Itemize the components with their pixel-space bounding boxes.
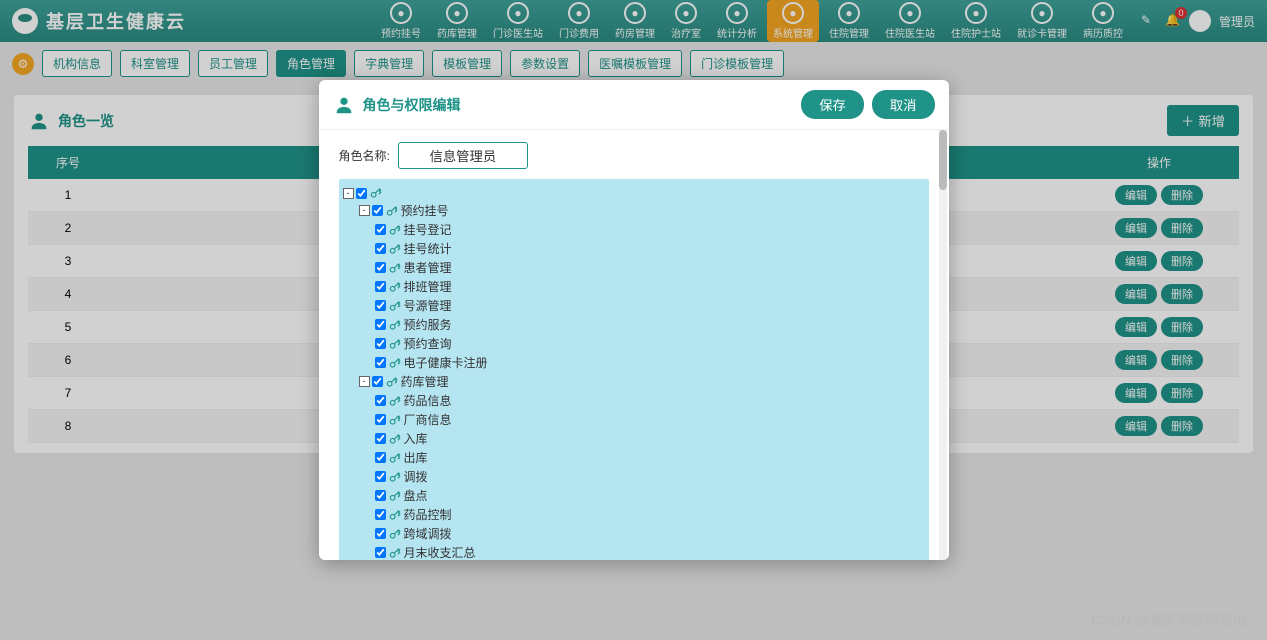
tree-label[interactable]: 号源管理 xyxy=(404,297,452,314)
tree-node: 药品信息 xyxy=(343,391,925,410)
cancel-button[interactable]: 取消 xyxy=(872,90,935,119)
modal-head: 角色与权限编辑 保存 取消 xyxy=(319,80,949,130)
tree-checkbox[interactable] xyxy=(375,243,386,254)
tree-checkbox[interactable] xyxy=(356,188,367,199)
tree-node: 厂商信息 xyxy=(343,410,925,429)
role-name-label: 角色名称: xyxy=(339,147,390,164)
key-icon xyxy=(388,508,402,522)
tree-label[interactable]: 出库 xyxy=(404,449,428,466)
key-icon xyxy=(388,280,402,294)
key-icon xyxy=(388,470,402,484)
modal-actions: 保存 取消 xyxy=(801,90,934,119)
key-icon xyxy=(388,223,402,237)
tree-node: 挂号统计 xyxy=(343,239,925,258)
tree-checkbox[interactable] xyxy=(375,357,386,368)
tree-label[interactable]: 调拨 xyxy=(404,468,428,485)
scrollbar[interactable] xyxy=(939,130,947,560)
tree-label[interactable]: 盘点 xyxy=(404,487,428,504)
tree-node: - xyxy=(343,185,925,201)
key-icon xyxy=(388,318,402,332)
key-icon xyxy=(385,204,399,218)
tree-node: 药品控制 xyxy=(343,505,925,524)
tree-checkbox[interactable] xyxy=(375,509,386,520)
tree-checkbox[interactable] xyxy=(372,376,383,387)
tree-node: 预约查询 xyxy=(343,334,925,353)
tree-node: 号源管理 xyxy=(343,296,925,315)
tree-checkbox[interactable] xyxy=(375,224,386,235)
tree-node: 跨域调拨 xyxy=(343,524,925,543)
modal-title: 角色与权限编辑 xyxy=(333,94,461,116)
tree-node: 挂号登记 xyxy=(343,220,925,239)
key-icon xyxy=(388,527,402,541)
tree-toggle[interactable]: - xyxy=(359,205,370,216)
watermark: CSDN @爱笑的源码基地 xyxy=(1091,610,1247,630)
tree-checkbox[interactable] xyxy=(372,205,383,216)
tree-node: 预约服务 xyxy=(343,315,925,334)
tree-checkbox[interactable] xyxy=(375,471,386,482)
tree-node: - 预约挂号 xyxy=(343,201,925,220)
tree-node: 出库 xyxy=(343,448,925,467)
tree-checkbox[interactable] xyxy=(375,528,386,539)
tree-toggle[interactable]: - xyxy=(343,188,354,199)
key-icon xyxy=(369,186,383,200)
person-edit-icon xyxy=(333,94,355,116)
tree-checkbox[interactable] xyxy=(375,547,386,558)
tree-label[interactable]: 药品信息 xyxy=(404,392,452,409)
tree-checkbox[interactable] xyxy=(375,281,386,292)
tree-label[interactable]: 厂商信息 xyxy=(404,411,452,428)
tree-checkbox[interactable] xyxy=(375,395,386,406)
permission-tree: --预约挂号挂号登记挂号统计患者管理排班管理号源管理预约服务预约查询电子健康卡注… xyxy=(339,179,929,560)
role-edit-modal: 角色与权限编辑 保存 取消 角色名称: --预约挂号挂号登记挂号统计患者管理排班… xyxy=(319,80,949,560)
tree-node: 入库 xyxy=(343,429,925,448)
tree-label[interactable]: 药品控制 xyxy=(404,506,452,523)
key-icon xyxy=(388,337,402,351)
tree-checkbox[interactable] xyxy=(375,338,386,349)
key-icon xyxy=(388,242,402,256)
modal-body: 角色名称: --预约挂号挂号登记挂号统计患者管理排班管理号源管理预约服务预约查询… xyxy=(319,130,949,560)
tree-label[interactable]: 电子健康卡注册 xyxy=(404,354,488,371)
tree-checkbox[interactable] xyxy=(375,490,386,501)
tree-label[interactable]: 跨域调拨 xyxy=(404,525,452,542)
key-icon xyxy=(388,432,402,446)
key-icon xyxy=(388,299,402,313)
key-icon xyxy=(388,451,402,465)
scrollbar-thumb[interactable] xyxy=(939,130,947,190)
tree-checkbox[interactable] xyxy=(375,319,386,330)
save-button[interactable]: 保存 xyxy=(801,90,864,119)
tree-label[interactable]: 排班管理 xyxy=(404,278,452,295)
tree-node: 患者管理 xyxy=(343,258,925,277)
key-icon xyxy=(388,413,402,427)
tree-label[interactable]: 挂号统计 xyxy=(404,240,452,257)
tree-checkbox[interactable] xyxy=(375,414,386,425)
key-icon xyxy=(385,375,399,389)
modal-overlay: 角色与权限编辑 保存 取消 角色名称: --预约挂号挂号登记挂号统计患者管理排班… xyxy=(0,0,1267,640)
key-icon xyxy=(388,489,402,503)
tree-checkbox[interactable] xyxy=(375,433,386,444)
tree-checkbox[interactable] xyxy=(375,262,386,273)
tree-label[interactable]: 预约查询 xyxy=(404,335,452,352)
tree-label[interactable]: 预约挂号 xyxy=(401,202,449,219)
tree-label[interactable]: 患者管理 xyxy=(404,259,452,276)
tree-label[interactable]: 药库管理 xyxy=(401,373,449,390)
tree-node: 月末收支汇总 xyxy=(343,543,925,560)
tree-checkbox[interactable] xyxy=(375,300,386,311)
tree-label[interactable]: 入库 xyxy=(404,430,428,447)
tree-checkbox[interactable] xyxy=(375,452,386,463)
key-icon xyxy=(388,546,402,560)
tree-label[interactable]: 预约服务 xyxy=(404,316,452,333)
tree-label[interactable]: 月末收支汇总 xyxy=(404,544,476,560)
tree-node: - 药库管理 xyxy=(343,372,925,391)
tree-node: 盘点 xyxy=(343,486,925,505)
key-icon xyxy=(388,394,402,408)
tree-node: 电子健康卡注册 xyxy=(343,353,925,372)
tree-label[interactable]: 挂号登记 xyxy=(404,221,452,238)
tree-node: 调拨 xyxy=(343,467,925,486)
key-icon xyxy=(388,261,402,275)
tree-node: 排班管理 xyxy=(343,277,925,296)
key-icon xyxy=(388,356,402,370)
tree-toggle[interactable]: - xyxy=(359,376,370,387)
role-name-input[interactable] xyxy=(398,142,528,169)
role-name-row: 角色名称: xyxy=(339,142,929,169)
